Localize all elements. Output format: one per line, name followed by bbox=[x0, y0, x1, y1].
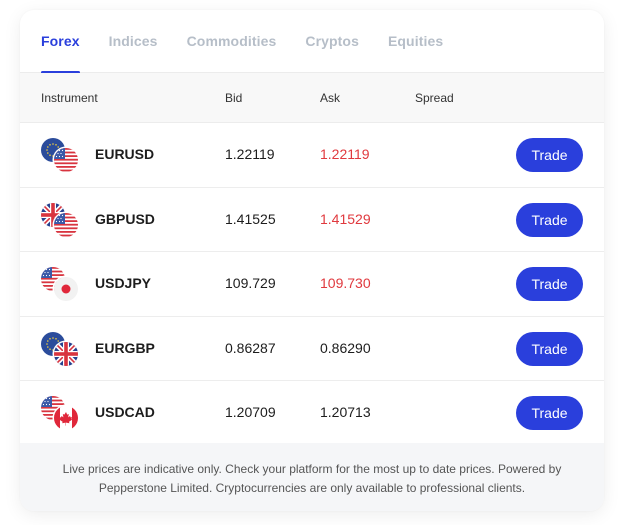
uk-flag-icon bbox=[54, 341, 78, 366]
ca-flag-icon bbox=[54, 406, 78, 431]
ask-price: 1.41529 bbox=[320, 210, 371, 227]
ask-price: 109.730 bbox=[320, 275, 371, 292]
jp-flag-icon bbox=[54, 277, 78, 302]
trade-button[interactable]: Trade bbox=[516, 138, 583, 172]
tab-commodities[interactable]: Commodities bbox=[187, 10, 277, 73]
tab-cryptos[interactable]: Cryptos bbox=[305, 10, 359, 73]
table-row: EURUSD 1.22119 1.22119 Trade bbox=[20, 123, 604, 188]
header-bid: Bid bbox=[225, 91, 243, 105]
currency-pair-flags bbox=[41, 138, 81, 174]
bid-price: 109.729 bbox=[225, 275, 276, 292]
table-row: GBPUSD 1.41525 1.41529 Trade bbox=[20, 187, 604, 253]
instrument-name: USDCAD bbox=[95, 404, 155, 421]
ask-price: 1.22119 bbox=[320, 146, 370, 162]
market-tabs: Forex Indices Commodities Cryptos Equiti… bbox=[20, 10, 604, 74]
currency-pair-flags bbox=[41, 202, 81, 239]
us-flag-icon bbox=[54, 212, 78, 237]
table-body: EURUSD 1.22119 1.22119 Trade GBPUSD 1.41… bbox=[20, 123, 604, 446]
bid-price: 1.20709 bbox=[225, 404, 276, 421]
tab-indices[interactable]: Indices bbox=[109, 10, 158, 73]
bid-price: 0.86287 bbox=[225, 339, 276, 356]
trade-button[interactable]: Trade bbox=[516, 396, 583, 431]
trade-button[interactable]: Trade bbox=[516, 331, 583, 366]
instrument-name: GBPUSD bbox=[95, 210, 155, 227]
trade-button[interactable]: Trade bbox=[516, 267, 583, 302]
instrument-name: EURUSD bbox=[95, 146, 155, 162]
header-ask: Ask bbox=[320, 91, 341, 105]
prices-widget: Forex Indices Commodities Cryptos Equiti… bbox=[20, 10, 604, 511]
disclaimer: Live prices are indicative only. Check y… bbox=[20, 443, 604, 511]
currency-pair-flags bbox=[41, 331, 81, 368]
table-row: EURGBP 0.86287 0.86290 Trade bbox=[20, 316, 604, 382]
ask-price: 1.20713 bbox=[320, 404, 371, 421]
currency-pair-flags bbox=[41, 396, 81, 432]
table-row: USDCAD 1.20709 1.20713 Trade bbox=[20, 381, 604, 446]
bid-price: 1.22119 bbox=[225, 146, 275, 162]
table-header: Instrument Bid Ask Spread bbox=[20, 73, 604, 123]
table-row: USDJPY 109.729 109.730 Trade bbox=[20, 252, 604, 317]
instrument-name: USDJPY bbox=[95, 275, 152, 292]
trade-button[interactable]: Trade bbox=[516, 202, 583, 237]
instrument-name: EURGBP bbox=[95, 339, 155, 356]
tab-equities[interactable]: Equities bbox=[388, 10, 443, 73]
us-flag-icon bbox=[54, 148, 78, 172]
header-instrument: Instrument bbox=[41, 91, 98, 105]
ask-price: 0.86290 bbox=[320, 339, 371, 356]
bid-price: 1.41525 bbox=[225, 210, 276, 227]
currency-pair-flags bbox=[41, 267, 81, 303]
tab-forex[interactable]: Forex bbox=[41, 10, 80, 74]
header-spread: Spread bbox=[415, 91, 454, 105]
